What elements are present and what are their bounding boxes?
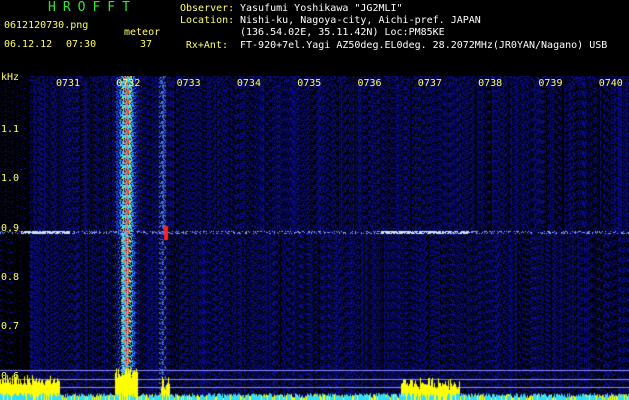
rxant-value: FT-920+7el.Yagi AZ50deg.EL0deg. 28.2072M… [240, 40, 608, 51]
freq-tick-label: 0.6 [1, 370, 20, 382]
freq-tick-label: 0.9 [1, 222, 20, 234]
time-tick-label: 0733 [176, 78, 201, 89]
time-axis: 0731 0732 0733 0734 0735 0736 0737 0738 0739 0740 [0, 78, 629, 92]
freq-axis: 1.1 1.0 0.9 0.8 0.7 0.6 [0, 0, 30, 400]
time-tick-label: 0736 [357, 78, 382, 89]
time-tick-label: 0732 [116, 78, 141, 89]
meteor-count: 37 [140, 39, 153, 50]
freq-tick-label: 0.8 [1, 271, 20, 283]
time-tick-label: 0739 [538, 78, 563, 89]
observer-value: Yasufumi Yoshikawa "JG2MLI" [240, 3, 403, 14]
time-tick-label: 0737 [417, 78, 442, 89]
app-title: HROFFT [48, 0, 137, 15]
freq-tick-label: 1.0 [1, 173, 20, 185]
time-tick-label: 0735 [297, 78, 322, 89]
time-tick-label: 0734 [236, 78, 261, 89]
header-panel: HROFFT 0612120730.png 06.12.12 07:30 met… [0, 0, 629, 72]
time-tick-label: 0738 [478, 78, 503, 89]
time-tick-label: 0731 [56, 78, 81, 89]
meteor-label: meteor [124, 27, 161, 38]
observer-label: Observer: [180, 3, 235, 14]
location-coords: (136.54.02E, 35.11.42N) Loc:PM85KE [240, 27, 445, 38]
location-label: Location: [180, 15, 235, 26]
freq-tick-label: 0.7 [1, 321, 20, 333]
time-tick-label: 0740 [598, 78, 623, 89]
freq-tick-label: 1.1 [1, 124, 20, 135]
record-time: 07:30 [66, 39, 97, 50]
spectrogram-display [0, 76, 629, 400]
location-value: Nishi-ku, Nagoya-city, Aichi-pref. JAPAN [240, 15, 481, 26]
rxant-label: Rx+Ant: [185, 40, 228, 51]
